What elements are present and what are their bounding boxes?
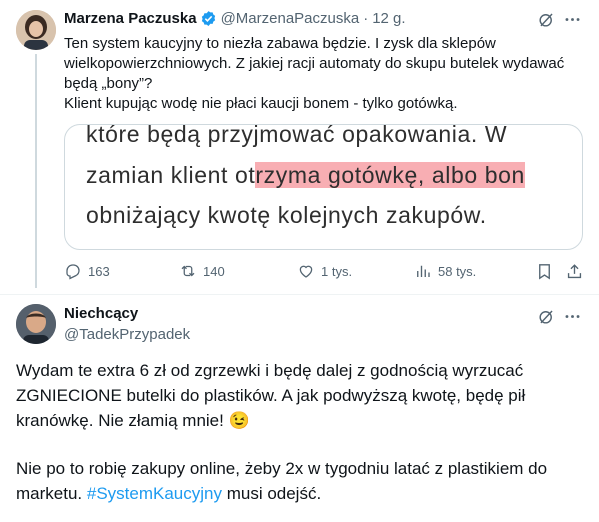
tweet-image[interactable]: które będą przyjmować opakowania. W zami… [64, 124, 583, 250]
views-button[interactable]: 58 tys. [414, 262, 476, 280]
reply-author-avatar[interactable] [16, 304, 56, 344]
author-handle[interactable]: @MarzenaPaczuska [221, 10, 360, 27]
bookmark-icon[interactable] [535, 262, 554, 286]
image-text-line-2: zamian klient otrzyma gotówkę, albo bon [86, 162, 525, 189]
verified-badge-icon [200, 10, 217, 27]
image-text-line-1: które będą przyjmować opakowania. W [86, 124, 508, 147]
views-icon [417, 265, 430, 277]
more-options-icon[interactable] [563, 10, 582, 34]
avatar-photo-icon [16, 10, 56, 50]
reply-button[interactable]: 163 [64, 262, 110, 280]
reply-author-handle[interactable]: @TadekPrzypadek [64, 326, 190, 343]
reply-author-name[interactable]: Niechcący [64, 305, 138, 322]
author-avatar[interactable] [16, 10, 56, 50]
avatar-photo-icon [16, 304, 56, 344]
reply-grok-icon[interactable] [537, 307, 556, 331]
timestamp[interactable]: 12 g. [372, 10, 405, 27]
repost-button[interactable]: 140 [179, 262, 225, 280]
reply-text-paragraph-2: Nie po to robię zakupy online, żeby 2x w… [16, 456, 576, 506]
reply-text-paragraph-1: Wydam te extra 6 zł od zgrzewki i będę d… [16, 361, 526, 430]
thread-line [35, 54, 37, 288]
like-button[interactable]: 1 tys. [297, 262, 352, 280]
author-name[interactable]: Marzena Paczuska [64, 10, 197, 27]
reply-text-paragraph-2-end: musi odejść. [221, 484, 322, 503]
tweet-text: Ten system kaucyjny to niezła zabawa będ… [64, 35, 565, 112]
reply-more-options-icon[interactable] [563, 307, 582, 331]
hashtag-link[interactable]: #SystemKaucyjny [87, 484, 222, 503]
repost-count: 140 [203, 263, 225, 279]
grok-icon[interactable] [537, 10, 556, 34]
image-text-line-2-start: zamian klient ot [86, 162, 256, 188]
image-text-line-3: obniżający kwotę kolejnych zakupów. [86, 202, 487, 228]
reply-count: 163 [88, 263, 110, 279]
share-icon[interactable] [565, 262, 584, 286]
repost-icon [181, 265, 195, 277]
view-count: 58 tys. [438, 263, 477, 279]
reply-icon [66, 264, 80, 280]
like-count: 1 tys. [321, 263, 353, 279]
like-icon [299, 265, 313, 278]
separator-dot: · [363, 10, 369, 27]
image-text-highlight: rzyma gotówkę, albo bon [255, 162, 525, 188]
tweet-divider [0, 294, 599, 295]
